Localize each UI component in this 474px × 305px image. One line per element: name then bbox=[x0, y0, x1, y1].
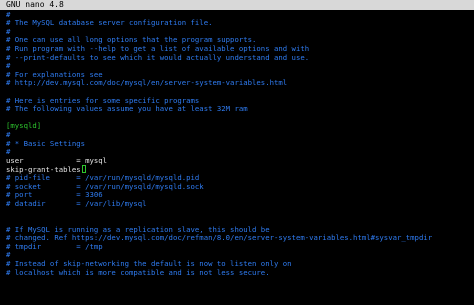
text-editor-area[interactable]: # # The MySQL database server configurati… bbox=[0, 10, 474, 305]
editor-line[interactable]: # * Basic Settings bbox=[6, 138, 86, 149]
editor-line-text: [mysqld] bbox=[6, 121, 42, 131]
editor-line-text: # datadir = /var/lib/mysql bbox=[6, 198, 147, 208]
editor-line-text: # * Basic Settings bbox=[6, 138, 86, 148]
editor-line-text: # The MySQL database server configuratio… bbox=[6, 18, 213, 28]
editor-line[interactable]: # localhost which is more compatible and… bbox=[6, 267, 270, 278]
nano-title-bar: GNU nano 4.8 bbox=[0, 0, 474, 10]
editor-title: GNU nano 4.8 bbox=[6, 0, 64, 9]
editor-line[interactable]: # http://dev.mysql.com/doc/mysql/en/serv… bbox=[6, 78, 288, 88]
editor-line-text: # http://dev.mysql.com/doc/mysql/en/serv… bbox=[6, 78, 288, 88]
editor-line-text: # tmpdir = /tmp bbox=[6, 241, 103, 251]
editor-line[interactable]: # The following values assume you have a… bbox=[6, 104, 248, 114]
editor-line[interactable]: [mysqld] bbox=[6, 121, 42, 131]
editor-line-text: # localhost which is more compatible and… bbox=[6, 267, 270, 277]
editor-line[interactable]: # --print-defaults to see which it would… bbox=[6, 52, 310, 63]
editor-line[interactable]: # The MySQL database server configuratio… bbox=[6, 18, 213, 28]
editor-line-text: # --print-defaults to see which it would… bbox=[6, 52, 310, 62]
editor-line[interactable]: # datadir = /var/lib/mysql bbox=[6, 198, 147, 209]
editor-line[interactable]: # tmpdir = /tmp bbox=[6, 241, 103, 252]
editor-line[interactable]: user = mysql bbox=[6, 155, 108, 166]
editor-line-text: user = mysql bbox=[6, 155, 108, 165]
editor-line-text: # The following values assume you have a… bbox=[6, 104, 248, 114]
